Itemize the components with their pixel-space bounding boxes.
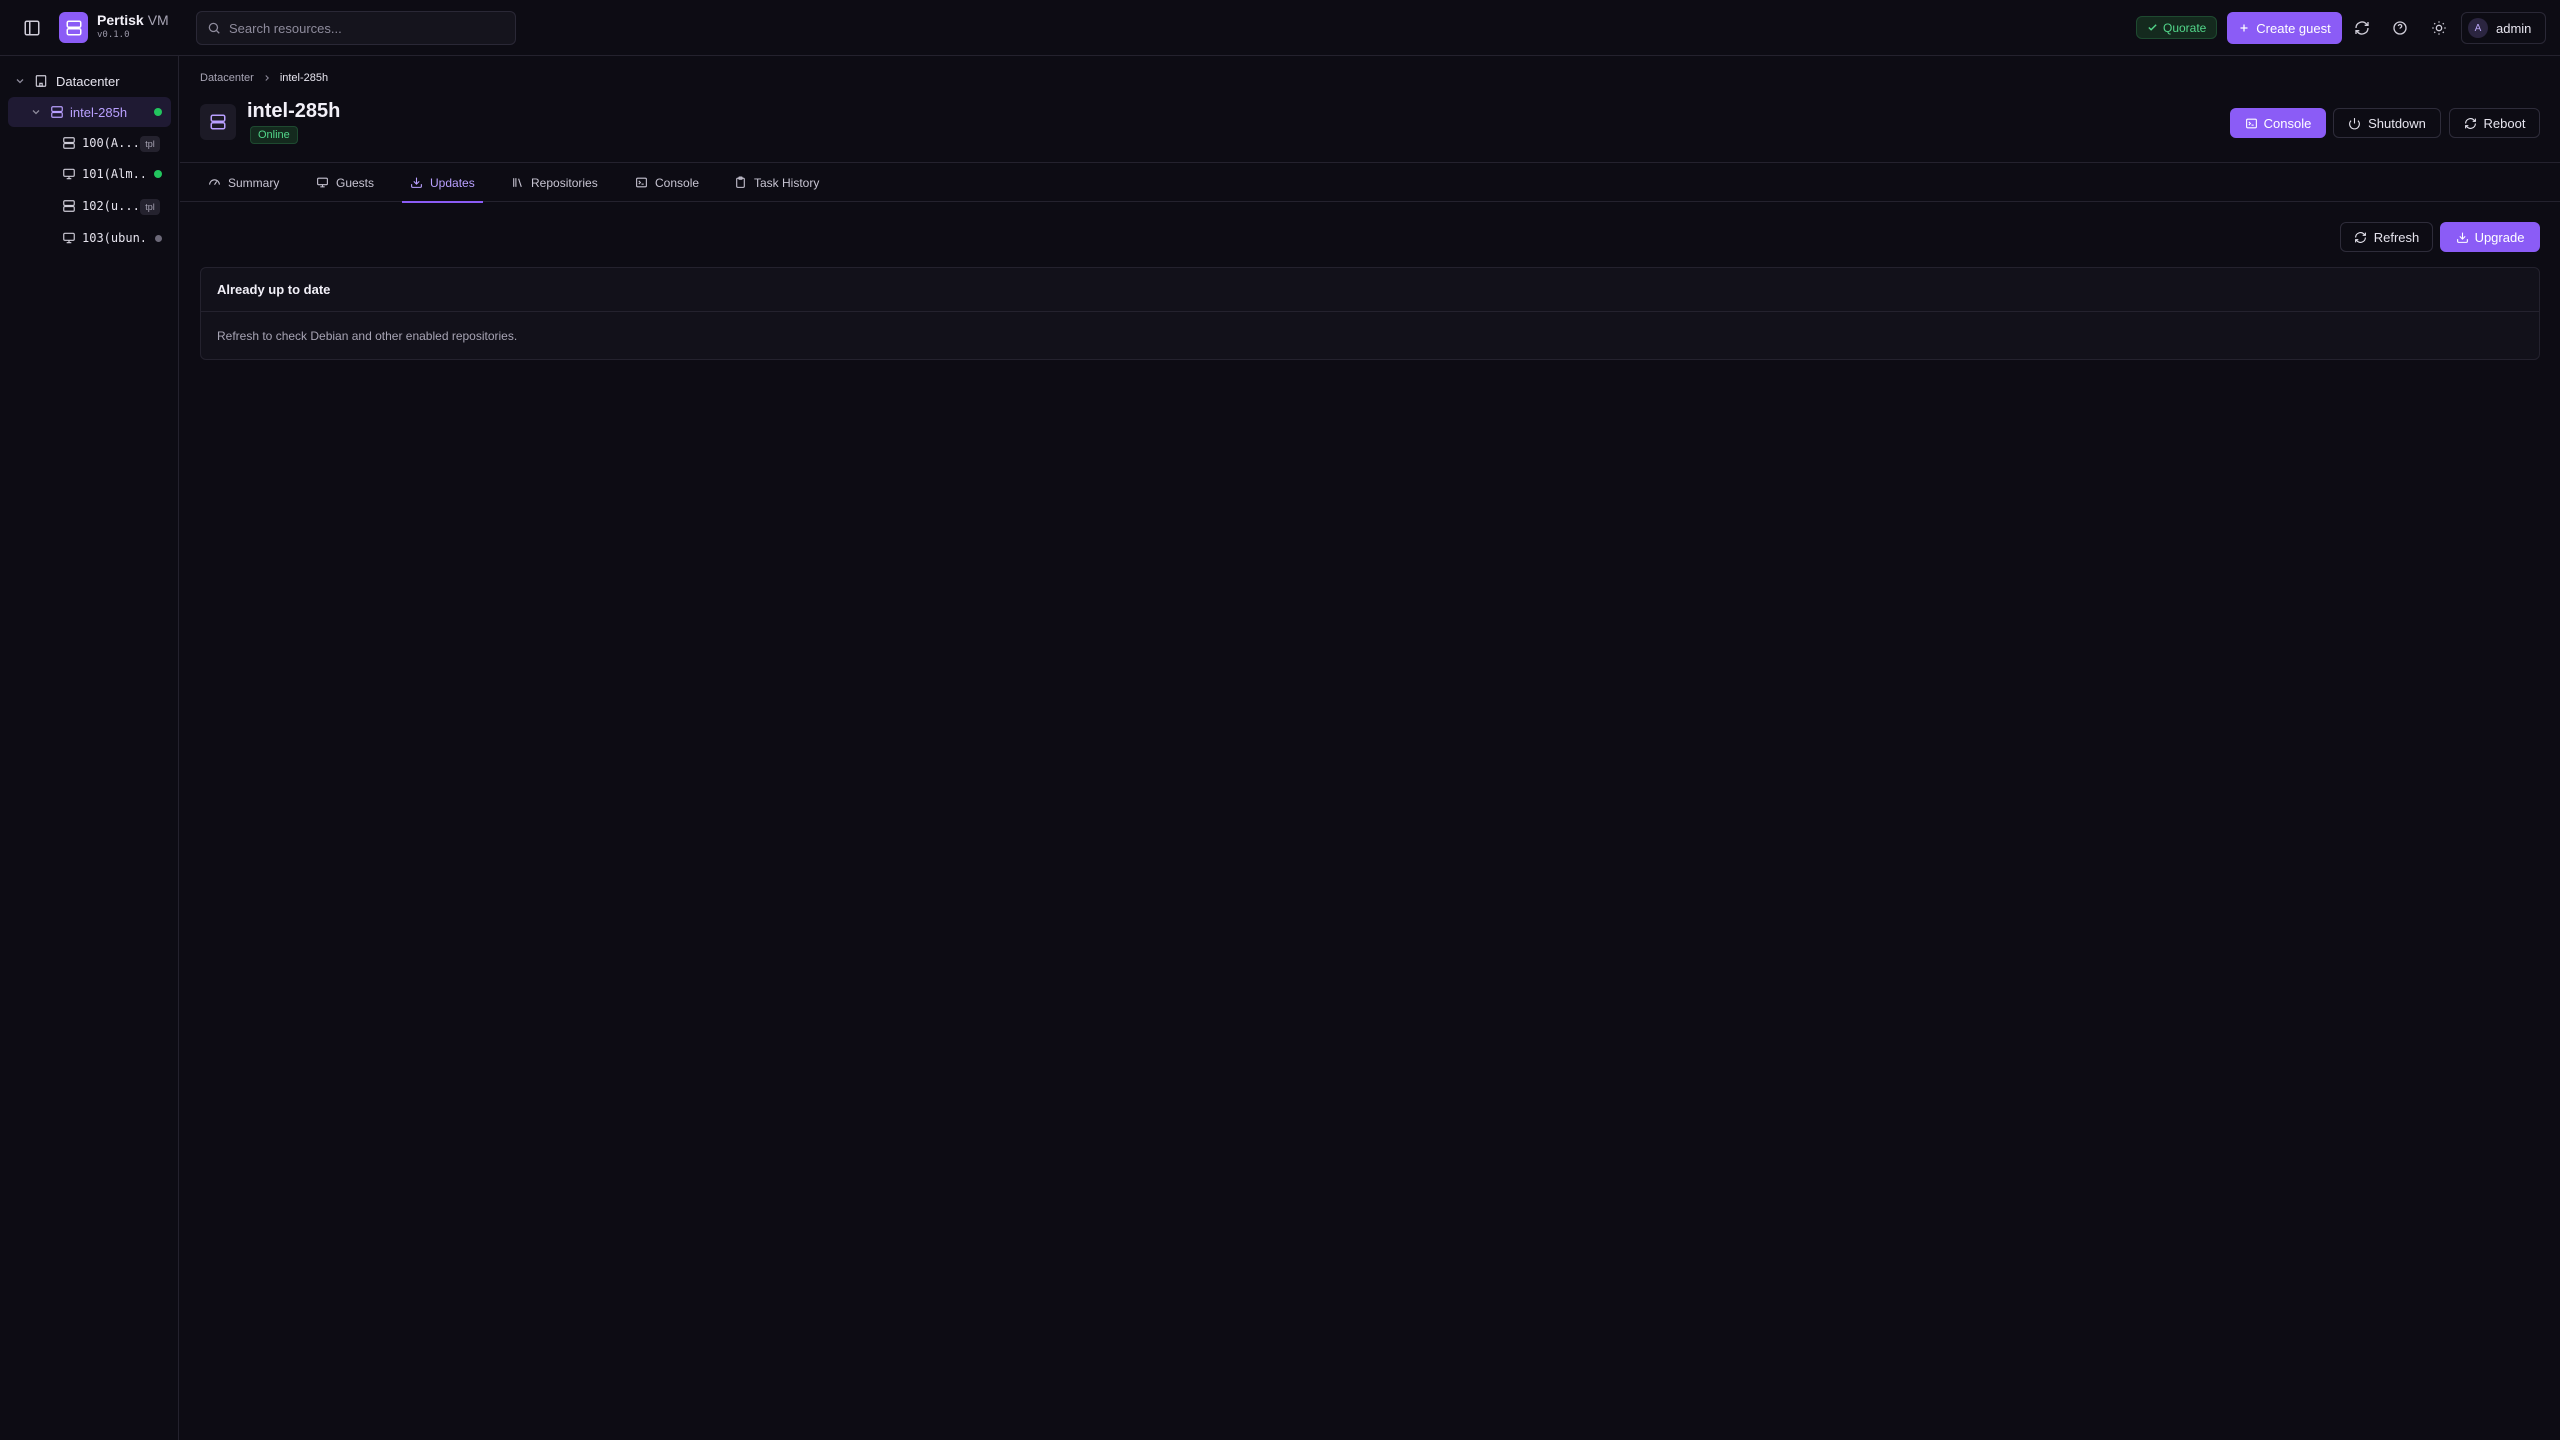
- help-icon[interactable]: [2388, 16, 2412, 40]
- logo-icon: [59, 12, 88, 43]
- refresh-button[interactable]: Refresh: [2340, 222, 2433, 252]
- tab-updates[interactable]: Updates: [402, 163, 483, 203]
- top-bar: PertiskVM v0.1.0 Quorate Create guest A …: [0, 0, 2560, 56]
- monitor-icon: [316, 176, 329, 189]
- shutdown-button[interactable]: Shutdown: [2333, 108, 2441, 138]
- tree-node-label: intel-285h: [70, 104, 128, 120]
- template-badge: tpl: [140, 136, 160, 152]
- terminal-icon: [2245, 117, 2258, 130]
- status-dot: [155, 235, 162, 242]
- plus-icon: [2238, 22, 2250, 34]
- user-name: admin: [2496, 20, 2532, 36]
- breadcrumb: Datacenter intel-285h: [200, 72, 328, 84]
- page-title: intel-285h: [247, 100, 341, 122]
- tab-label: Updates: [430, 175, 475, 190]
- quorate-label: Quorate: [2163, 20, 2207, 35]
- create-guest-button[interactable]: Create guest: [2227, 12, 2342, 44]
- template-icon: [62, 136, 76, 150]
- chevron-right-icon: [262, 73, 272, 83]
- tab-label: Console: [655, 175, 700, 190]
- upgrade-button[interactable]: Upgrade: [2440, 222, 2540, 252]
- download-icon: [410, 176, 423, 189]
- quorate-badge: Quorate: [2136, 16, 2218, 39]
- theme-toggle-icon[interactable]: [2427, 16, 2451, 40]
- chevron-down-icon[interactable]: [30, 106, 42, 118]
- status-dot: [154, 108, 162, 116]
- tab-bar: Summary Guests Updates Repositories Cons…: [180, 162, 2560, 203]
- template-badge: tpl: [140, 199, 160, 215]
- tab-task-history[interactable]: Task History: [734, 163, 819, 202]
- chevron-down-icon[interactable]: [14, 75, 26, 87]
- tab-label: Summary: [228, 175, 280, 190]
- tab-label: Task History: [754, 175, 820, 190]
- search-input[interactable]: [229, 20, 499, 36]
- tree-guest-label: 100(A...: [82, 136, 140, 150]
- terminal-icon: [635, 176, 648, 189]
- monitor-icon: [62, 167, 76, 181]
- create-guest-label: Create guest: [2256, 20, 2331, 36]
- tree-datacenter-label: Datacenter: [56, 73, 120, 89]
- user-menu[interactable]: A admin: [2461, 12, 2546, 44]
- refresh-icon: [2464, 117, 2477, 130]
- status-badge: Online: [250, 126, 298, 144]
- refresh-icon: [2354, 231, 2367, 244]
- gauge-icon: [208, 176, 221, 189]
- updates-panel: Already up to date Refresh to check Debi…: [200, 267, 2540, 360]
- avatar: A: [2468, 18, 2488, 38]
- main-content: Datacenter intel-285h intel-285h Online …: [180, 56, 2560, 1440]
- shutdown-label: Shutdown: [2368, 115, 2426, 131]
- tree-guest-label: 102(u...: [82, 199, 140, 213]
- upgrade-label: Upgrade: [2474, 229, 2525, 245]
- console-button[interactable]: Console: [2230, 108, 2326, 138]
- search-icon: [207, 21, 221, 35]
- breadcrumb-current: intel-285h: [279, 72, 329, 84]
- status-dot: [154, 170, 162, 178]
- power-icon: [2348, 117, 2361, 130]
- download-icon: [2456, 231, 2469, 244]
- tree-datacenter[interactable]: Datacenter: [14, 67, 120, 95]
- building-icon: [34, 74, 48, 88]
- brand: Pertisk VM v0.1.0: [97, 12, 169, 41]
- tree-guest-label: 103(ubun...: [82, 231, 144, 245]
- server-icon: [50, 105, 64, 119]
- updates-panel-title: Already up to date: [201, 268, 2539, 312]
- reboot-label: Reboot: [2483, 115, 2526, 131]
- tab-guests[interactable]: Guests: [316, 163, 374, 202]
- brand-suffix: VM: [147, 12, 169, 28]
- console-label: Console: [2263, 115, 2312, 131]
- brand-name: Pertisk: [97, 12, 144, 28]
- tab-label: Guests: [336, 175, 375, 190]
- tree-guest-label: 101(Alm...: [82, 167, 144, 181]
- clipboard-icon: [734, 176, 747, 189]
- tree-node-intel-285h[interactable]: intel-285h: [8, 97, 171, 127]
- template-icon: [62, 199, 76, 213]
- breadcrumb-datacenter[interactable]: Datacenter: [200, 72, 254, 84]
- reboot-button[interactable]: Reboot: [2449, 108, 2540, 138]
- tab-summary[interactable]: Summary: [208, 163, 279, 202]
- sidebar: Datacenter intel-285h 100(A... tpl 101(A…: [0, 56, 179, 1440]
- tab-repositories[interactable]: Repositories: [511, 163, 598, 202]
- server-icon: [200, 104, 236, 140]
- library-icon: [511, 176, 524, 189]
- check-icon: [2147, 22, 2158, 33]
- tab-console[interactable]: Console: [635, 163, 699, 202]
- refresh-icon[interactable]: [2350, 16, 2374, 40]
- app-version: v0.1.0: [97, 30, 130, 40]
- search-box[interactable]: [196, 11, 516, 45]
- sidebar-toggle-icon[interactable]: [20, 16, 44, 40]
- updates-panel-message: Refresh to check Debian and other enable…: [217, 328, 518, 343]
- refresh-label: Refresh: [2373, 229, 2420, 245]
- monitor-icon: [62, 231, 76, 245]
- tab-label: Repositories: [531, 175, 598, 190]
